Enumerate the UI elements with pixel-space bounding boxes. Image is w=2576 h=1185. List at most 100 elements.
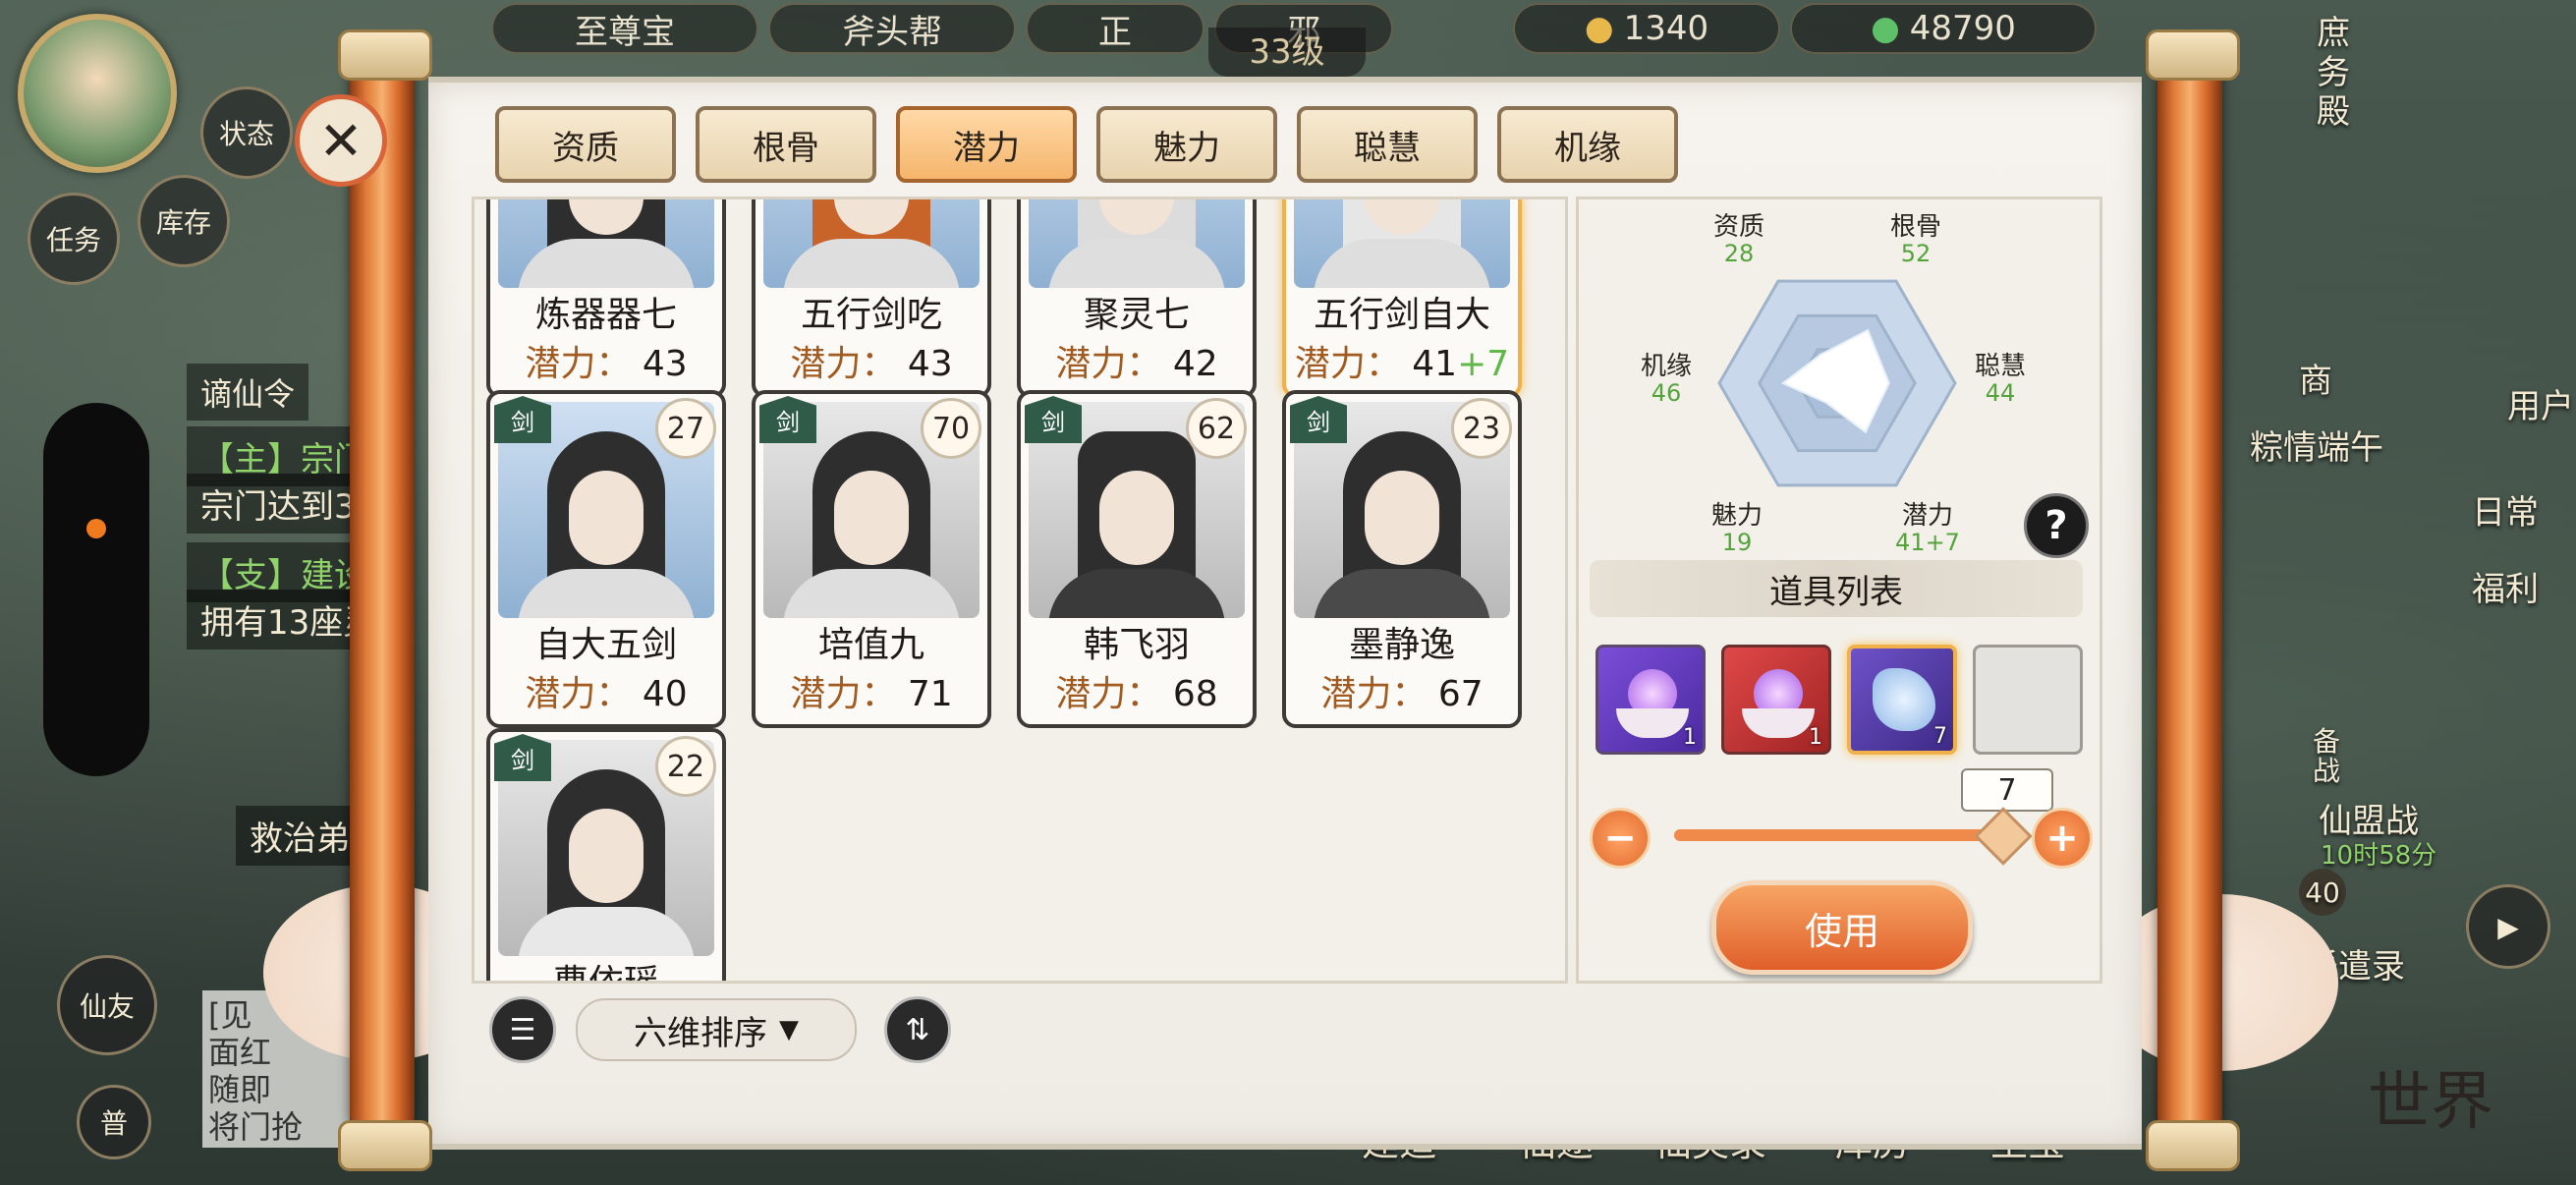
- lotus-base-icon: [1616, 708, 1689, 738]
- daily-button[interactable]: 日常: [2472, 485, 2539, 534]
- stat-zizhi-label: 资质: [1712, 212, 1764, 242]
- disciple-card[interactable]: 剑 27 自大五剑 潜力： 40: [486, 390, 726, 728]
- filter-list-icon[interactable]: ☰: [489, 996, 556, 1063]
- spirit-stone-value: 1340: [1623, 9, 1709, 48]
- disciple-card[interactable]: 炼器器七 潜力： 43: [486, 199, 726, 398]
- jade-counter[interactable]: ● 48790: [1790, 3, 2097, 54]
- lotus-base-icon: [1742, 708, 1815, 738]
- disciple-potential: 潜力： 40: [490, 665, 722, 716]
- chat-channel-label: 普: [99, 1107, 128, 1140]
- spirit-stone-counter[interactable]: ● 1340: [1513, 3, 1780, 54]
- world-button[interactable]: 世界: [2368, 1051, 2493, 1142]
- disciple-potential: 潜力： 43: [756, 335, 987, 386]
- prep-label: 备战: [2313, 725, 2341, 787]
- sort-direction-icon[interactable]: ⇅: [884, 996, 951, 1063]
- disciple-card[interactable]: 剑 23 墨静逸 潜力： 67: [1282, 390, 1522, 728]
- status-button[interactable]: 状态: [200, 86, 293, 179]
- items-title: 道具列表: [1590, 560, 2083, 617]
- shop-button[interactable]: 商: [2299, 354, 2332, 402]
- side-gesture-bar[interactable]: [43, 403, 149, 776]
- stat-gengu-label: 根骨: [1889, 212, 1941, 242]
- tab-qianli[interactable]: 潜力: [896, 106, 1077, 183]
- potential-value: 67: [1437, 674, 1484, 714]
- level-badge: 70: [921, 398, 981, 459]
- scroll-cap: [2146, 29, 2240, 81]
- chat-line: 将门抢: [208, 1108, 304, 1146]
- scroll-rod-left: [350, 43, 415, 1144]
- disciple-card[interactable]: 五行剑吃 潜力： 43: [752, 199, 991, 398]
- tab-label: 根骨: [753, 128, 819, 168]
- play-arrow-icon[interactable]: ▶: [2466, 884, 2550, 969]
- disciple-card[interactable]: 剑 22 曹依瑶: [486, 728, 726, 981]
- status-label: 状态: [218, 118, 274, 150]
- minus-icon[interactable]: −: [1590, 808, 1651, 869]
- scroll-rod-right: [2157, 43, 2222, 1144]
- close-icon[interactable]: ✕: [295, 94, 387, 187]
- level-badge: 23: [1451, 398, 1512, 459]
- disciple-potential: 潜力： 43: [490, 335, 722, 386]
- disciple-card-selected[interactable]: 五行剑自大 潜力： 41+7: [1282, 199, 1522, 398]
- quantity-slider-track[interactable]: [1674, 829, 2002, 841]
- sword-sect-tag: 剑: [494, 396, 551, 443]
- storage-button[interactable]: 库存: [138, 175, 230, 267]
- disciple-card[interactable]: 聚灵七 潜力： 42: [1017, 199, 1257, 398]
- level-badge: 22: [655, 736, 716, 797]
- top-slot[interactable]: 正: [1026, 3, 1204, 54]
- tab-meili[interactable]: 魅力: [1096, 106, 1277, 183]
- disciple-list[interactable]: 炼器器七 潜力： 43 五行剑吃 潜力： 43 聚灵七 潜力： 42 五行剑自大…: [472, 197, 1568, 984]
- top-slot[interactable]: 斧头帮: [768, 3, 1016, 54]
- item-slot[interactable]: 1: [1721, 645, 1831, 755]
- notification-dot: [86, 519, 106, 538]
- tab-label: 聪慧: [1354, 128, 1421, 168]
- potential-label: 潜力：: [790, 344, 897, 384]
- help-icon[interactable]: ?: [2024, 493, 2089, 558]
- disciple-card[interactable]: 剑 62 韩飞羽 潜力： 68: [1017, 390, 1257, 728]
- sword-sect-tag: 剑: [1290, 396, 1347, 443]
- sort-dropdown[interactable]: 六维排序 ▼: [576, 998, 857, 1061]
- order-label[interactable]: 谪仙令: [187, 364, 309, 421]
- top-slot[interactable]: 至尊宝: [491, 3, 758, 54]
- level-badge: 62: [1186, 398, 1247, 459]
- potential-value: 41: [1412, 344, 1458, 384]
- potential-value: 71: [907, 674, 953, 714]
- sort-label: 六维排序: [634, 1013, 767, 1053]
- use-button[interactable]: 使用: [1711, 880, 1973, 975]
- item-slot-empty[interactable]: [1973, 645, 2083, 755]
- disciple-potential: 潜力： 68: [1021, 665, 1253, 716]
- tasks-button[interactable]: 任务: [28, 193, 120, 285]
- office-button[interactable]: 庶务殿: [2317, 14, 2364, 132]
- player-avatar[interactable]: [18, 14, 177, 173]
- disciple-portrait: [763, 199, 980, 288]
- item-slot-selected[interactable]: 7: [1847, 645, 1957, 755]
- plus-icon[interactable]: +: [2032, 808, 2093, 869]
- disciple-portrait: [498, 199, 714, 288]
- potential-value: 43: [907, 344, 953, 384]
- stat-conghui-value: 44: [1985, 379, 2016, 407]
- quest-line: 宗门达到3: [187, 474, 369, 534]
- potential-value: 42: [1172, 344, 1218, 384]
- rescue-label[interactable]: 救治弟: [236, 806, 364, 866]
- disciple-potential: 潜力： 42: [1021, 335, 1253, 386]
- top-slot-label: 斧头帮: [842, 12, 942, 52]
- top-slot-label: 至尊宝: [575, 12, 675, 52]
- item-slot[interactable]: 1: [1596, 645, 1706, 755]
- tab-gengu[interactable]: 根骨: [696, 106, 876, 183]
- disciple-card[interactable]: 剑 70 培值九 潜力： 71: [752, 390, 991, 728]
- chat-channel-tag[interactable]: 普: [77, 1085, 151, 1159]
- tab-jiyuan[interactable]: 机缘: [1497, 106, 1678, 183]
- friends-button[interactable]: 仙友: [57, 955, 157, 1055]
- disciple-name: 墨静逸: [1348, 625, 1455, 665]
- tab-zizhi[interactable]: 资质: [495, 106, 676, 183]
- stat-meili-value: 19: [1721, 529, 1753, 556]
- potential-label: 潜力：: [1320, 674, 1428, 714]
- tab-conghui[interactable]: 聪慧: [1297, 106, 1478, 183]
- item-count: 7: [1933, 724, 1947, 749]
- welfare-button[interactable]: 福利: [2472, 562, 2539, 610]
- currency-bar: ● 1340 ● 48790: [1513, 0, 2097, 57]
- disciple-potential: 潜力： 67: [1286, 665, 1518, 716]
- sword-sect-tag: 剑: [1025, 396, 1082, 443]
- tasks-label: 任务: [45, 224, 101, 256]
- stat-qianli-label: 潜力: [1901, 501, 1953, 531]
- festival-button[interactable]: 粽情端午: [2250, 421, 2383, 469]
- user-button[interactable]: 用户: [2507, 379, 2574, 427]
